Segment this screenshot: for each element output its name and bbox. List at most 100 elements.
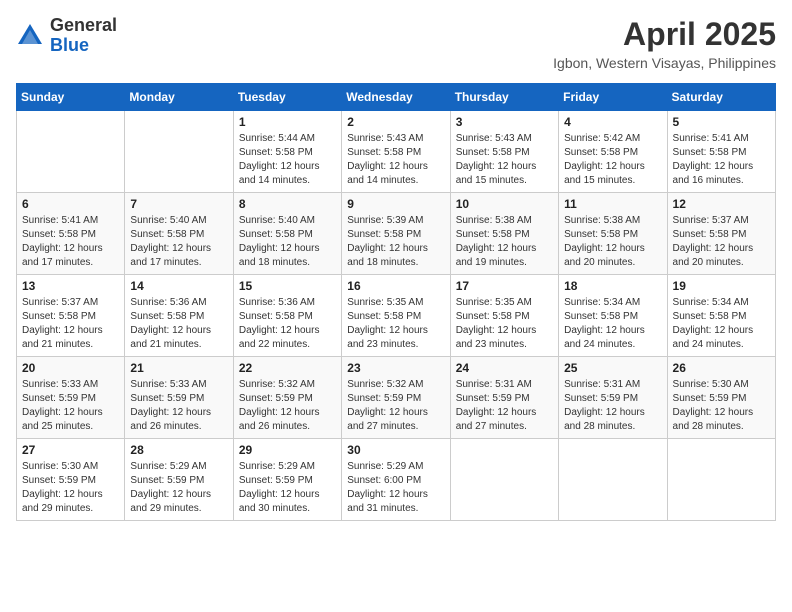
weekday-header: Monday <box>125 84 233 111</box>
day-number: 9 <box>347 197 444 211</box>
day-number: 11 <box>564 197 661 211</box>
day-detail: Sunrise: 5:35 AMSunset: 5:58 PMDaylight:… <box>456 296 553 352</box>
day-detail: Sunrise: 5:37 AMSunset: 5:58 PMDaylight:… <box>673 214 770 270</box>
calendar-cell <box>125 111 233 193</box>
day-number: 4 <box>564 115 661 129</box>
day-detail: Sunrise: 5:39 AMSunset: 5:58 PMDaylight:… <box>347 214 444 270</box>
day-detail: Sunrise: 5:30 AMSunset: 5:59 PMDaylight:… <box>22 460 119 516</box>
calendar-cell <box>559 439 667 521</box>
calendar-cell: 30 Sunrise: 5:29 AMSunset: 6:00 PMDayligh… <box>342 439 450 521</box>
calendar-cell: 13 Sunrise: 5:37 AMSunset: 5:58 PMDayligh… <box>17 275 125 357</box>
day-number: 1 <box>239 115 336 129</box>
calendar-cell: 2Sunrise: 5:43 AMSunset: 5:58 PMDaylight… <box>342 111 450 193</box>
calendar-cell: 8 Sunrise: 5:40 AMSunset: 5:58 PMDaylight… <box>233 193 341 275</box>
day-number: 10 <box>456 197 553 211</box>
calendar-week-row: 1 Sunrise: 5:44 AMSunset: 5:58 PMDaylight… <box>17 111 776 193</box>
calendar-week-row: 13 Sunrise: 5:37 AMSunset: 5:58 PMDayligh… <box>17 275 776 357</box>
day-detail: Sunrise: 5:42 AMSunset: 5:58 PMDaylight:… <box>564 132 661 188</box>
calendar-cell: 1 Sunrise: 5:44 AMSunset: 5:58 PMDaylight… <box>233 111 341 193</box>
calendar-cell: 14 Sunrise: 5:36 AMSunset: 5:58 PMDayligh… <box>125 275 233 357</box>
calendar-cell: 7 Sunrise: 5:40 AMSunset: 5:58 PMDaylight… <box>125 193 233 275</box>
day-number: 17 <box>456 279 553 293</box>
day-detail: Sunrise: 5:38 AMSunset: 5:58 PMDaylight:… <box>564 214 661 270</box>
day-number: 19 <box>673 279 770 293</box>
day-number: 3 <box>456 115 553 129</box>
day-number: 6 <box>22 197 119 211</box>
day-number: 12 <box>673 197 770 211</box>
calendar-cell: 18 Sunrise: 5:34 AMSunset: 5:58 PMDayligh… <box>559 275 667 357</box>
calendar-cell: 15 Sunrise: 5:36 AMSunset: 5:58 PMDayligh… <box>233 275 341 357</box>
day-detail: Sunrise: 5:31 AMSunset: 5:59 PMDaylight:… <box>456 378 553 434</box>
day-detail: Sunrise: 5:38 AMSunset: 5:58 PMDaylight:… <box>456 214 553 270</box>
calendar-table: SundayMondayTuesdayWednesdayThursdayFrid… <box>16 83 776 521</box>
logo-blue: Blue <box>50 35 89 55</box>
calendar-cell: 27Sunrise: 5:30 AMSunset: 5:59 PMDayligh… <box>17 439 125 521</box>
day-detail: Sunrise: 5:44 AMSunset: 5:58 PMDaylight:… <box>239 132 336 188</box>
title-block: April 2025 Igbon, Western Visayas, Phili… <box>553 16 776 71</box>
calendar-cell: 3 Sunrise: 5:43 AMSunset: 5:58 PMDaylight… <box>450 111 558 193</box>
calendar-week-row: 27Sunrise: 5:30 AMSunset: 5:59 PMDayligh… <box>17 439 776 521</box>
calendar-cell <box>667 439 775 521</box>
location: Igbon, Western Visayas, Philippines <box>553 55 776 71</box>
day-number: 5 <box>673 115 770 129</box>
day-detail: Sunrise: 5:40 AMSunset: 5:58 PMDaylight:… <box>239 214 336 270</box>
calendar-cell: 26Sunrise: 5:30 AMSunset: 5:59 PMDayligh… <box>667 357 775 439</box>
weekday-header: Sunday <box>17 84 125 111</box>
day-number: 29 <box>239 443 336 457</box>
day-detail: Sunrise: 5:36 AMSunset: 5:58 PMDaylight:… <box>239 296 336 352</box>
day-number: 30 <box>347 443 444 457</box>
weekday-header-row: SundayMondayTuesdayWednesdayThursdayFrid… <box>17 84 776 111</box>
calendar-cell: 6Sunrise: 5:41 AMSunset: 5:58 PMDaylight… <box>17 193 125 275</box>
day-detail: Sunrise: 5:37 AMSunset: 5:58 PMDaylight:… <box>22 296 119 352</box>
day-number: 24 <box>456 361 553 375</box>
day-detail: Sunrise: 5:32 AMSunset: 5:59 PMDaylight:… <box>239 378 336 434</box>
calendar-cell: 19Sunrise: 5:34 AMSunset: 5:58 PMDayligh… <box>667 275 775 357</box>
day-number: 22 <box>239 361 336 375</box>
day-detail: Sunrise: 5:43 AMSunset: 5:58 PMDaylight:… <box>347 132 444 188</box>
calendar-cell <box>450 439 558 521</box>
day-number: 7 <box>130 197 227 211</box>
day-number: 16 <box>347 279 444 293</box>
month-year: April 2025 <box>553 16 776 53</box>
weekday-header: Friday <box>559 84 667 111</box>
day-number: 8 <box>239 197 336 211</box>
logo-general: General <box>50 15 117 35</box>
day-number: 20 <box>22 361 119 375</box>
day-detail: Sunrise: 5:41 AMSunset: 5:58 PMDaylight:… <box>673 132 770 188</box>
day-number: 14 <box>130 279 227 293</box>
day-detail: Sunrise: 5:32 AMSunset: 5:59 PMDaylight:… <box>347 378 444 434</box>
day-number: 26 <box>673 361 770 375</box>
calendar-cell: 10 Sunrise: 5:38 AMSunset: 5:58 PMDayligh… <box>450 193 558 275</box>
logo-icon <box>16 22 44 50</box>
calendar-cell: 11 Sunrise: 5:38 AMSunset: 5:58 PMDayligh… <box>559 193 667 275</box>
day-detail: Sunrise: 5:43 AMSunset: 5:58 PMDaylight:… <box>456 132 553 188</box>
day-number: 28 <box>130 443 227 457</box>
calendar-cell: 29 Sunrise: 5:29 AMSunset: 5:59 PMDayligh… <box>233 439 341 521</box>
calendar-cell: 17 Sunrise: 5:35 AMSunset: 5:58 PMDayligh… <box>450 275 558 357</box>
weekday-header: Thursday <box>450 84 558 111</box>
logo-text: General Blue <box>50 16 117 56</box>
calendar-cell: 23 Sunrise: 5:32 AMSunset: 5:59 PMDayligh… <box>342 357 450 439</box>
calendar-cell: 12 Sunrise: 5:37 AMSunset: 5:58 PMDayligh… <box>667 193 775 275</box>
day-detail: Sunrise: 5:34 AMSunset: 5:58 PMDaylight:… <box>564 296 661 352</box>
day-detail: Sunrise: 5:36 AMSunset: 5:58 PMDaylight:… <box>130 296 227 352</box>
day-detail: Sunrise: 5:40 AMSunset: 5:58 PMDaylight:… <box>130 214 227 270</box>
weekday-header: Tuesday <box>233 84 341 111</box>
calendar-cell: 28Sunrise: 5:29 AMSunset: 5:59 PMDayligh… <box>125 439 233 521</box>
day-number: 15 <box>239 279 336 293</box>
calendar-cell: 20Sunrise: 5:33 AMSunset: 5:59 PMDayligh… <box>17 357 125 439</box>
day-detail: Sunrise: 5:29 AMSunset: 6:00 PMDaylight:… <box>347 460 444 516</box>
day-number: 13 <box>22 279 119 293</box>
calendar-cell: 9 Sunrise: 5:39 AMSunset: 5:58 PMDaylight… <box>342 193 450 275</box>
calendar-cell: 4 Sunrise: 5:42 AMSunset: 5:58 PMDaylight… <box>559 111 667 193</box>
day-number: 18 <box>564 279 661 293</box>
weekday-header: Saturday <box>667 84 775 111</box>
calendar-cell: 24 Sunrise: 5:31 AMSunset: 5:59 PMDayligh… <box>450 357 558 439</box>
day-number: 25 <box>564 361 661 375</box>
day-number: 23 <box>347 361 444 375</box>
weekday-header: Wednesday <box>342 84 450 111</box>
day-detail: Sunrise: 5:31 AMSunset: 5:59 PMDaylight:… <box>564 378 661 434</box>
calendar-week-row: 6Sunrise: 5:41 AMSunset: 5:58 PMDaylight… <box>17 193 776 275</box>
day-detail: Sunrise: 5:29 AMSunset: 5:59 PMDaylight:… <box>239 460 336 516</box>
day-detail: Sunrise: 5:33 AMSunset: 5:59 PMDaylight:… <box>130 378 227 434</box>
